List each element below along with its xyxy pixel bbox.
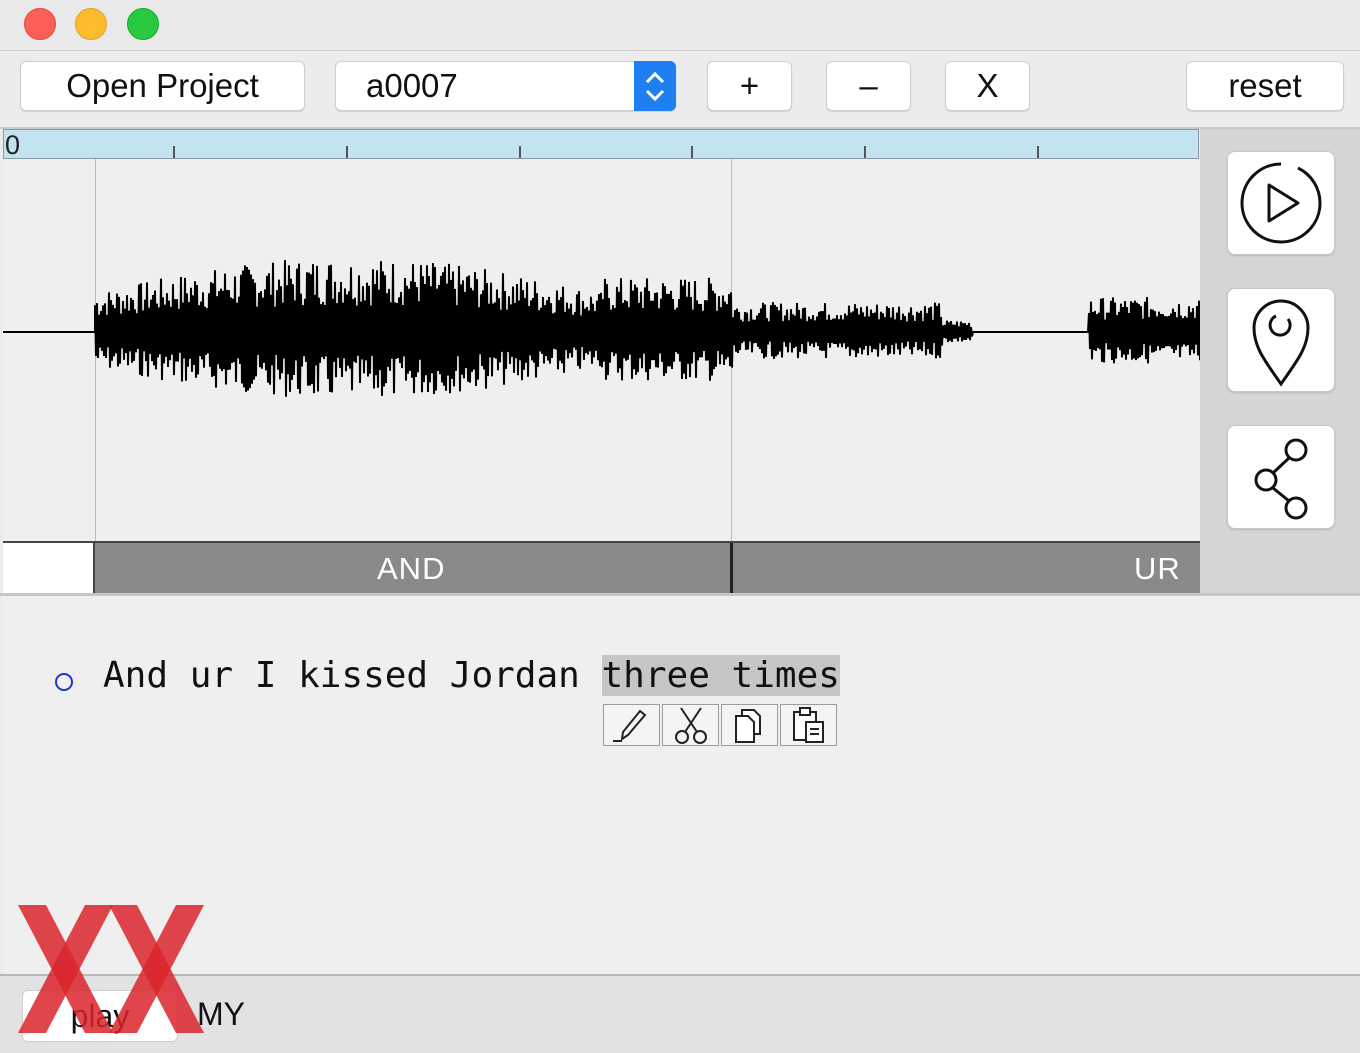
tier-label: MY (197, 996, 245, 1032)
transcript-panel[interactable]: And ur I kissed Jordan three times (3, 596, 1360, 974)
waveform (3, 260, 1200, 397)
open-project-button[interactable]: Open Project (20, 61, 305, 111)
transcript-text[interactable]: And ur I kissed Jordan (103, 655, 602, 696)
scissors-icon (674, 707, 707, 744)
close-recording-button[interactable]: X (945, 61, 1030, 111)
close-window-button[interactable] (24, 8, 56, 40)
ruler-tick (173, 146, 175, 158)
waveform-panel[interactable] (3, 159, 1200, 541)
remove-button[interactable]: – (826, 61, 911, 111)
edit-toolbar (603, 704, 839, 746)
segment-label-ur[interactable]: UR (1134, 551, 1181, 587)
paste-icon (792, 707, 824, 743)
time-ruler[interactable]: 0 (3, 129, 1199, 160)
transcript-line[interactable]: And ur I kissed Jordan three times (103, 651, 840, 701)
copy-button[interactable] (721, 704, 778, 746)
recording-select[interactable]: a0007 (335, 61, 676, 111)
ruler-tick (519, 146, 521, 158)
bottom-bar: play MY (0, 974, 1360, 1053)
waveform-path (3, 260, 1200, 397)
segment-divider[interactable] (730, 543, 733, 593)
recording-select-value: a0007 (366, 67, 458, 104)
minimize-window-button[interactable] (75, 8, 107, 40)
ruler-tick (691, 146, 693, 158)
ruler-tick (864, 146, 866, 158)
chevron-updown-icon[interactable] (634, 61, 676, 111)
segment-label-and[interactable]: AND (377, 551, 445, 587)
play-button[interactable]: play (22, 990, 178, 1042)
play-icon (1240, 162, 1322, 244)
ruler-start-label: 0 (5, 130, 21, 160)
location-pin-icon (1252, 299, 1310, 387)
ruler-tick (346, 146, 348, 158)
play-segment-button[interactable] (1227, 151, 1335, 255)
copy-icon (734, 709, 761, 743)
title-bar (0, 0, 1360, 51)
share-icon (1254, 438, 1308, 520)
bullet-icon (55, 673, 73, 691)
location-button[interactable] (1227, 288, 1335, 392)
cut-button[interactable] (662, 704, 719, 746)
pencil-icon (612, 709, 646, 742)
ruler-tick (1037, 146, 1039, 158)
share-button[interactable] (1227, 425, 1335, 529)
side-toolbar (1200, 129, 1360, 595)
segment-empty[interactable] (3, 543, 95, 593)
paste-button[interactable] (780, 704, 837, 746)
transcript-selection[interactable]: three times (601, 655, 840, 696)
zoom-window-button[interactable] (127, 8, 159, 40)
edit-button[interactable] (603, 704, 660, 746)
add-button[interactable]: + (707, 61, 792, 111)
toolbar: Open Project a0007 + – X reset (0, 51, 1360, 129)
segment-tier: AND UR (3, 541, 1200, 593)
reset-button[interactable]: reset (1186, 61, 1344, 111)
